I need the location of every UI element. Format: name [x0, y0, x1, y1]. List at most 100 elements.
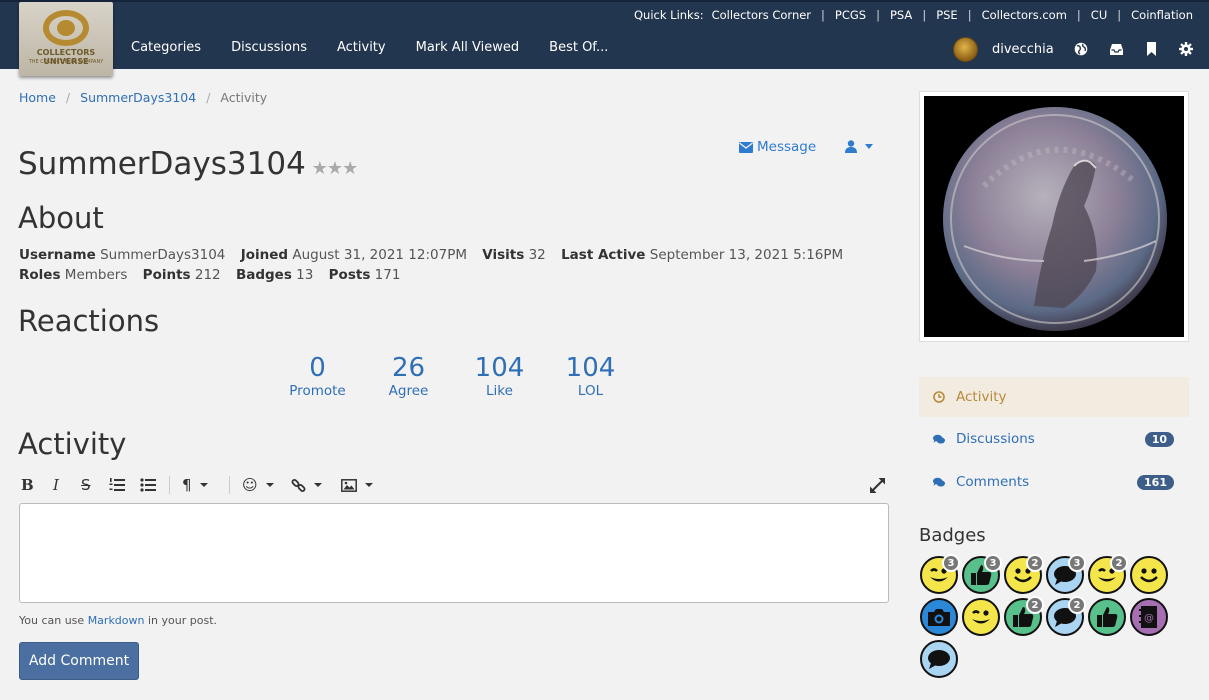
- about-points: Points 212: [142, 267, 221, 283]
- quick-link-psa[interactable]: PSA: [890, 8, 912, 22]
- logo-coin-icon: [43, 10, 89, 46]
- main-nav: Categories Discussions Activity Mark All…: [131, 40, 638, 55]
- breadcrumb-current: Activity: [220, 90, 268, 105]
- quick-links: Quick Links: Collectors Corner | PCGS | …: [633, 8, 1193, 22]
- nav-best-of[interactable]: Best Of...: [549, 40, 608, 55]
- sidebar-item-label: Discussions: [956, 431, 1035, 447]
- quick-links-label: Quick Links:: [633, 8, 704, 22]
- sidebar-item-activity[interactable]: Activity: [919, 377, 1189, 417]
- emoji-button[interactable]: ☺: [242, 474, 274, 496]
- link-icon: [291, 478, 306, 492]
- about-details: Username SummerDays3104 Joined August 31…: [19, 245, 879, 285]
- user-menu[interactable]: divecchia: [953, 37, 1054, 62]
- about-posts: Posts 171: [328, 267, 401, 283]
- italic-button[interactable]: I: [53, 474, 59, 496]
- badge-thumb[interactable]: [1088, 598, 1126, 636]
- paragraph-icon: ¶: [182, 476, 192, 494]
- badge-comment[interactable]: [920, 640, 958, 678]
- badge-wink[interactable]: 3: [920, 554, 960, 594]
- reaction-promote[interactable]: 0 Promote: [272, 354, 363, 399]
- badge-comment[interactable]: 2: [1046, 596, 1086, 636]
- badge-comment[interactable]: 3: [1046, 554, 1086, 594]
- badge-count: 2: [1026, 554, 1044, 572]
- comments-icon: [933, 476, 945, 488]
- image-button[interactable]: [341, 474, 373, 496]
- comment-editor[interactable]: [19, 503, 889, 603]
- about-roles: Roles Members: [19, 267, 128, 283]
- quick-link-coinflation[interactable]: Coinflation: [1131, 8, 1193, 22]
- profile-name: SummerDays3104: [18, 146, 306, 182]
- nav-activity[interactable]: Activity: [337, 40, 386, 55]
- badge-thumb[interactable]: 3: [962, 554, 1002, 594]
- logo-subtext: THE COLLECTIBLES COMPANY: [28, 59, 104, 65]
- strikethrough-button[interactable]: S: [81, 474, 91, 496]
- quick-link-pcgs[interactable]: PCGS: [835, 8, 866, 22]
- about-last-active: Last Active September 13, 2021 5:16PM: [561, 247, 844, 263]
- ordered-list-icon: [109, 478, 125, 491]
- badge-wink[interactable]: [962, 598, 1000, 636]
- badge-count: 3: [942, 554, 960, 572]
- quick-link-cu[interactable]: CU: [1091, 8, 1107, 22]
- bookmark-icon[interactable]: [1143, 41, 1159, 57]
- activity-heading: Activity: [18, 427, 127, 461]
- reaction-like[interactable]: 104 Like: [454, 354, 545, 399]
- breadcrumb: Home / SummerDays3104 / Activity: [19, 90, 268, 105]
- message-button[interactable]: Message: [739, 139, 816, 155]
- badge-count: 3: [984, 554, 1002, 572]
- sidebar-item-discussions[interactable]: Discussions 10: [919, 419, 1189, 459]
- badge-wink[interactable]: 2: [1088, 554, 1128, 594]
- rank-stars: ★★★: [311, 158, 358, 179]
- breadcrumb-profile[interactable]: SummerDays3104: [80, 90, 196, 105]
- editor-toolbar: B I S ¶ ☺: [19, 474, 889, 496]
- reactions-heading: Reactions: [18, 304, 160, 338]
- badge-count: 2: [1068, 596, 1086, 614]
- avatar[interactable]: [953, 37, 978, 62]
- nav-discussions[interactable]: Discussions: [231, 40, 307, 55]
- quick-link-pse[interactable]: PSE: [936, 8, 958, 22]
- bold-button[interactable]: B: [21, 474, 34, 496]
- reactions-list: 0 Promote 26 Agree 104 Like 104 LOL: [272, 354, 636, 399]
- bullet-list-button[interactable]: [140, 474, 156, 496]
- link-button[interactable]: [291, 474, 322, 496]
- comments-icon: [933, 433, 945, 445]
- ordered-list-button[interactable]: [109, 474, 125, 496]
- badges-heading: Badges: [919, 525, 986, 546]
- site-logo[interactable]: COLLECTORS UNIVERSE THE COLLECTIBLES COM…: [19, 2, 113, 76]
- badge-thumb[interactable]: 2: [1004, 596, 1044, 636]
- badge-address-book[interactable]: @: [1130, 598, 1168, 636]
- bullet-list-icon: [140, 478, 156, 492]
- inbox-icon[interactable]: [1108, 41, 1124, 57]
- reaction-lol[interactable]: 104 LOL: [545, 354, 636, 399]
- sidebar-item-comments[interactable]: Comments 161: [919, 462, 1189, 502]
- badge-camera[interactable]: [920, 598, 958, 636]
- nav-mark-all-viewed[interactable]: Mark All Viewed: [416, 40, 520, 55]
- username-link[interactable]: divecchia: [992, 42, 1054, 57]
- about-joined: Joined August 31, 2021 12:07PM: [240, 247, 467, 263]
- reaction-agree[interactable]: 26 Agree: [363, 354, 454, 399]
- user-options-dropdown[interactable]: [845, 140, 873, 153]
- paragraph-format-button[interactable]: ¶: [182, 474, 208, 496]
- markdown-note: You can use Markdown in your post.: [19, 614, 218, 627]
- fullscreen-button[interactable]: [870, 474, 885, 496]
- badge-smile[interactable]: [1130, 556, 1168, 594]
- badge-smile[interactable]: 2: [1004, 554, 1044, 594]
- profile-photo: [919, 91, 1189, 342]
- expand-icon: [870, 477, 885, 493]
- top-header: COLLECTORS UNIVERSE THE COLLECTIBLES COM…: [0, 0, 1209, 76]
- page-title: SummerDays3104 ★★★: [18, 146, 358, 182]
- about-visits: Visits 32: [482, 247, 546, 263]
- nav-categories[interactable]: Categories: [131, 40, 201, 55]
- quick-link-collectors-com[interactable]: Collectors.com: [982, 8, 1067, 22]
- header-icons: [1073, 41, 1209, 57]
- envelope-icon: [739, 141, 753, 153]
- markdown-link[interactable]: Markdown: [88, 614, 145, 627]
- gear-icon[interactable]: [1178, 41, 1194, 57]
- about-badges: Badges 13: [235, 267, 314, 283]
- add-comment-button[interactable]: Add Comment: [19, 642, 139, 680]
- chevron-down-icon: [865, 144, 873, 149]
- about-heading: About: [18, 201, 104, 235]
- globe-icon[interactable]: [1073, 41, 1089, 57]
- breadcrumb-home[interactable]: Home: [19, 90, 56, 105]
- badge-count: 3: [1068, 554, 1086, 572]
- quick-link-collectors-corner[interactable]: Collectors Corner: [712, 8, 811, 22]
